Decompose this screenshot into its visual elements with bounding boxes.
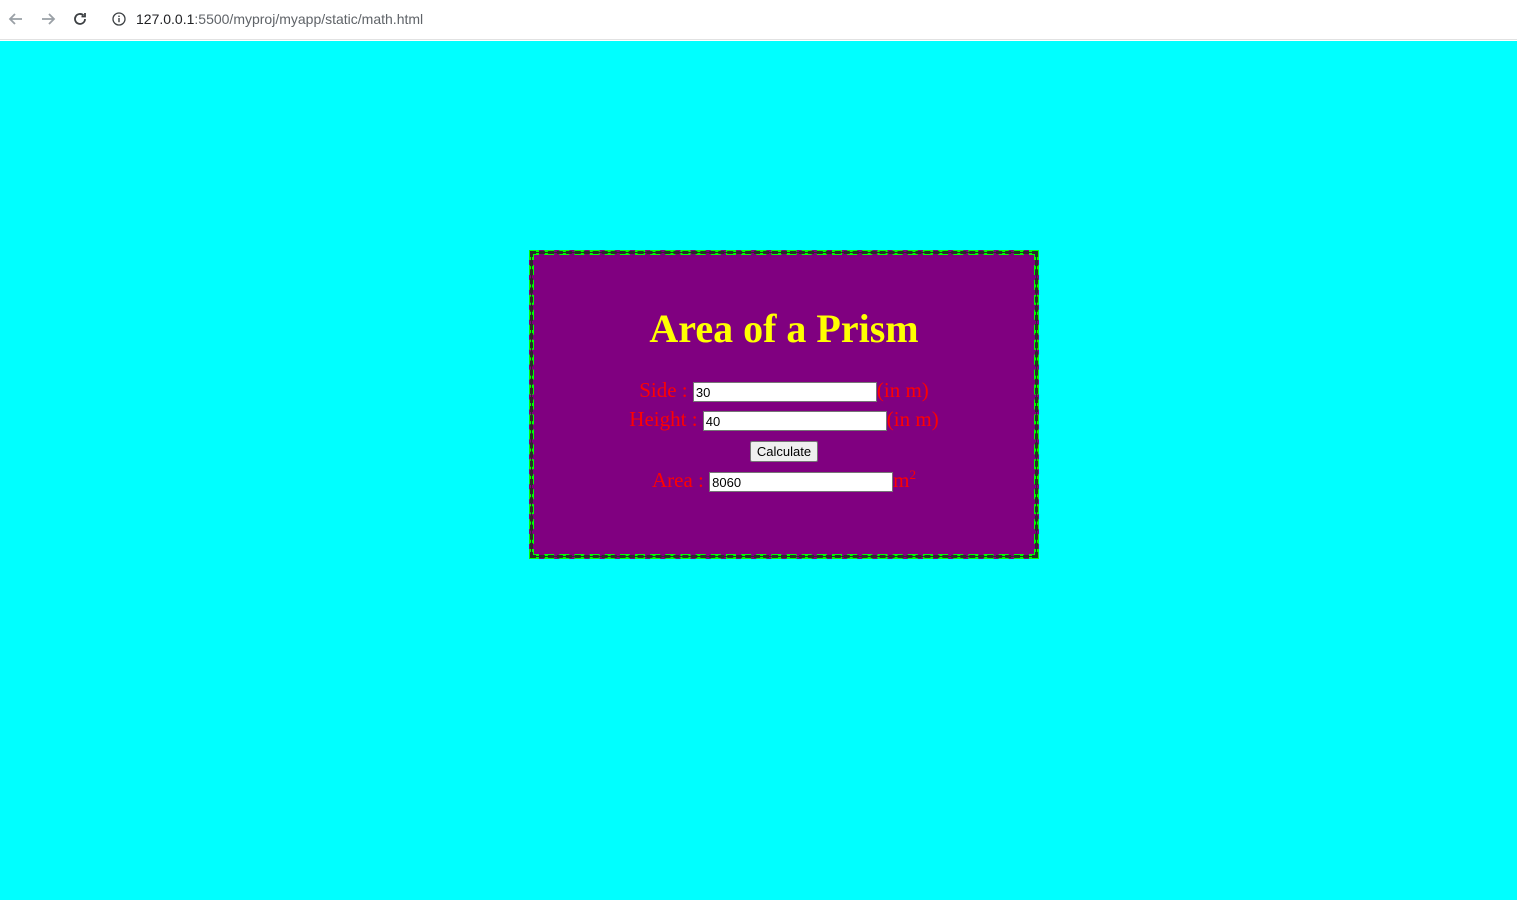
- card-dashed-border: [530, 251, 1038, 558]
- browser-toolbar: 127.0.0.1:5500/myproj/myapp/static/math.…: [0, 0, 1517, 40]
- url-path: :5500/myproj/myapp/static/math.html: [194, 11, 424, 27]
- height-row: Height : (in m): [534, 407, 1034, 432]
- side-unit: (in m): [876, 378, 929, 402]
- url-host: 127.0.0.1: [136, 11, 195, 27]
- reload-icon[interactable]: [69, 8, 91, 30]
- page-body: Area of a Prism Side : (in m) Height : (…: [0, 41, 1517, 900]
- side-row: Side : (in m): [534, 378, 1034, 403]
- page-title: Area of a Prism: [649, 306, 919, 351]
- side-input[interactable]: [692, 382, 877, 403]
- info-icon[interactable]: [112, 12, 126, 26]
- calculate-row: Calculate: [534, 437, 1034, 462]
- area-unit: m: [893, 468, 910, 492]
- calculate-button[interactable]: Calculate: [749, 441, 819, 462]
- address-bar[interactable]: 127.0.0.1:5500/myproj/myapp/static/math.…: [104, 4, 1517, 34]
- area-label: Area :: [652, 468, 704, 492]
- forward-arrow-icon[interactable]: [37, 8, 59, 30]
- calculator-card: Area of a Prism Side : (in m) Height : (…: [529, 250, 1039, 559]
- height-label: Height :: [629, 407, 698, 431]
- area-output[interactable]: [709, 472, 894, 493]
- area-row: Area : m2: [534, 467, 1034, 493]
- back-arrow-icon[interactable]: [5, 8, 27, 30]
- side-label: Side :: [639, 378, 688, 402]
- height-input[interactable]: [702, 411, 887, 432]
- area-unit-exponent: 2: [909, 467, 916, 482]
- height-unit: (in m): [886, 407, 939, 431]
